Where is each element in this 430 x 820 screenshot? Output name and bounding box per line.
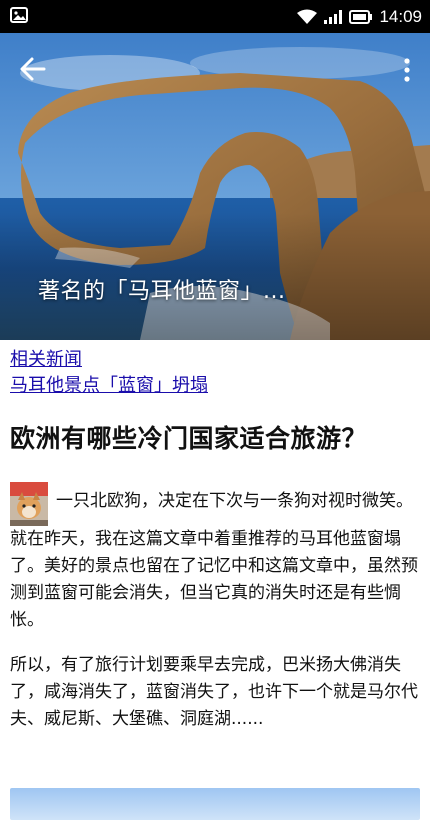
related-links: 相关新闻 马耳他景点「蓝窗」坍塌: [10, 347, 208, 399]
image-notification-icon: [10, 7, 28, 23]
signal-icon: [324, 9, 343, 24]
article-body: 一只北欧狗，决定在下次与一条狗对视时微笑。 就在昨天，我在这篇文章中着重推荐的马…: [10, 480, 420, 751]
article-image: [10, 788, 420, 820]
status-icons: 14:09: [297, 0, 422, 33]
related-news-link[interactable]: 相关新闻: [10, 347, 208, 373]
author-line: 一只北欧狗，决定在下次与一条狗对视时微笑。: [10, 480, 420, 526]
author-avatar[interactable]: [10, 482, 48, 526]
author-bio: 一只北欧狗，决定在下次与一条狗对视时微笑。: [56, 491, 413, 511]
headline-link[interactable]: 马耳他景点「蓝窗」坍塌: [10, 373, 208, 399]
paragraph: 就在昨天，我在这篇文章中着重推荐的马耳他蓝窗塌了。美好的景点也留在了记忆中和这篇…: [10, 529, 418, 630]
status-bar: 14:09: [0, 0, 430, 33]
wifi-icon: [297, 9, 318, 24]
more-vert-icon[interactable]: [402, 57, 412, 83]
battery-icon: [349, 9, 373, 24]
clock: 14:09: [379, 6, 422, 26]
article-title: 欧洲有哪些冷门国家适合旅游？: [10, 424, 368, 453]
hero-caption: 著名的「马耳他蓝窗」...: [38, 279, 286, 304]
paragraph: 所以，有了旅行计划要乘早去完成，巴米扬大佛消失了，咸海消失了，蓝窗消失了，也许下…: [10, 655, 418, 729]
hero-image[interactable]: 著名的「马耳他蓝窗」...: [0, 33, 430, 340]
back-arrow-icon[interactable]: [18, 55, 48, 83]
